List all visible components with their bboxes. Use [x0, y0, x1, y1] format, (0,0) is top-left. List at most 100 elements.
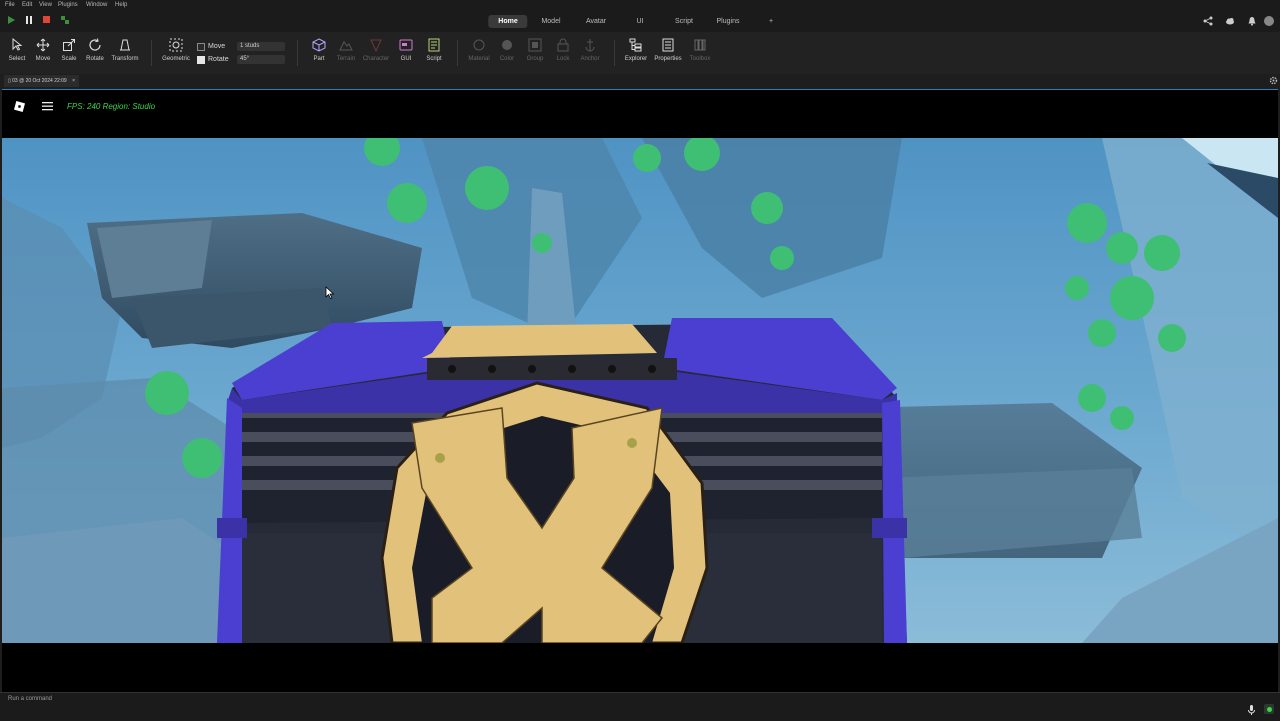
treasure-chest-scene-image	[2, 138, 1278, 643]
explorer-label: Explorer	[624, 56, 648, 62]
menu-edit[interactable]: Edit	[22, 2, 32, 8]
geometric-label: Geometric	[162, 56, 190, 62]
properties-button[interactable]: Properties	[653, 38, 683, 62]
geometric-mode-button[interactable]: Geometric	[161, 38, 191, 62]
tab-plugins[interactable]: Plugins	[707, 15, 750, 28]
rotate-tool-button[interactable]: Rotate	[80, 38, 110, 62]
tab-script[interactable]: Script	[665, 15, 703, 28]
script-label: Script	[426, 56, 442, 62]
status-indicator[interactable]	[1264, 704, 1274, 714]
gui-label: GUI	[400, 56, 412, 62]
game-viewport[interactable]: FPS: 240 Region: Studio	[2, 89, 1278, 692]
anchor-icon	[585, 39, 595, 52]
microphone-icon[interactable]	[1247, 704, 1256, 716]
toolbox-button[interactable]: Toolbox	[685, 38, 715, 62]
client-server-icon[interactable]	[60, 15, 70, 25]
group-icon	[528, 38, 542, 52]
script-icon	[428, 38, 440, 52]
gui-button[interactable]: GUI	[391, 38, 421, 62]
ribbon-divider	[614, 40, 615, 66]
close-tab-icon[interactable]: ×	[72, 78, 75, 84]
top-bar: Home Model Avatar UI Script Plugins +	[0, 10, 1280, 32]
anchor-button[interactable]: Anchor	[575, 38, 605, 62]
lock-label: Lock	[556, 56, 570, 62]
game-scene	[2, 138, 1278, 643]
cursor-icon	[12, 38, 23, 51]
color-icon	[502, 40, 512, 50]
menu-bar: File Edit View Plugins Window Help	[0, 0, 1280, 10]
color-label: Color	[499, 56, 515, 62]
scale-label: Scale	[61, 56, 77, 62]
toolbox-label: Toolbox	[689, 56, 711, 62]
menu-plugins[interactable]: Plugins	[58, 2, 78, 8]
character-button[interactable]: Character	[361, 38, 391, 62]
script-button[interactable]: Script	[419, 38, 449, 62]
menu-view[interactable]: View	[39, 2, 52, 8]
menu-file[interactable]: File	[5, 2, 15, 8]
document-tab-strip: ▯ 03 @ 20 Oct 2024 22:09 ×	[0, 74, 1280, 88]
snap-rotate-label: Rotate	[208, 56, 229, 63]
hamburger-menu-icon[interactable]	[42, 101, 54, 111]
ribbon-divider	[297, 40, 298, 66]
gui-icon	[399, 39, 413, 51]
fps-indicator: FPS: 240 Region: Studio	[67, 102, 156, 111]
status-dot-icon	[1266, 706, 1272, 712]
document-tab-label: 03 @ 20 Oct 2024 22:09	[12, 78, 67, 84]
tab-model[interactable]: Model	[531, 15, 570, 28]
add-tab-button[interactable]: +	[759, 15, 783, 28]
scale-icon	[63, 39, 75, 51]
notification-bell-icon[interactable]	[1247, 16, 1257, 26]
play-icon[interactable]	[6, 15, 16, 25]
rotate-icon	[89, 38, 101, 51]
material-button[interactable]: Material	[464, 38, 494, 62]
transform-label: Transform	[111, 56, 139, 62]
mouse-cursor-icon	[325, 286, 335, 300]
avatar[interactable]	[1264, 16, 1274, 26]
pause-icon[interactable]	[24, 15, 34, 25]
share-icon[interactable]	[1203, 16, 1213, 26]
ribbon-divider	[457, 40, 458, 66]
character-icon	[370, 39, 382, 52]
material-icon	[473, 39, 485, 51]
terrain-button[interactable]: Terrain	[331, 38, 361, 62]
roblox-logo-icon[interactable]	[13, 100, 26, 113]
group-label: Group	[526, 56, 544, 62]
snap-move-checkbox[interactable]	[197, 43, 205, 51]
command-input[interactable]: Run a command	[8, 696, 52, 702]
transform-tool-button[interactable]: Transform	[110, 38, 140, 62]
geometric-icon	[169, 38, 183, 52]
ribbon-toolbar: Select Move Scale Rotate Transform Geome…	[0, 32, 1280, 75]
settings-gear-icon[interactable]	[1269, 76, 1278, 85]
tab-home[interactable]: Home	[488, 15, 528, 28]
rotate-label: Rotate	[86, 56, 104, 62]
cloud-icon[interactable]	[1225, 16, 1235, 26]
menu-window[interactable]: Window	[86, 2, 107, 8]
ribbon-divider	[151, 40, 152, 66]
move-label: Move	[35, 56, 51, 62]
select-label: Select	[8, 56, 26, 62]
lock-icon	[557, 38, 569, 52]
document-tab[interactable]: ▯ 03 @ 20 Oct 2024 22:09 ×	[4, 75, 80, 87]
material-label: Material	[468, 56, 490, 62]
stop-icon[interactable]	[42, 15, 52, 25]
character-label: Character	[362, 56, 390, 62]
group-button[interactable]: Group	[520, 38, 550, 62]
terrain-label: Terrain	[336, 56, 356, 62]
properties-label: Properties	[654, 56, 682, 62]
transform-icon	[120, 39, 130, 51]
color-button[interactable]: Color	[492, 38, 522, 62]
lock-button[interactable]: Lock	[548, 38, 578, 62]
menu-help[interactable]: Help	[115, 2, 127, 8]
explorer-button[interactable]: Explorer	[621, 38, 651, 62]
document-icon: ▯	[8, 78, 11, 84]
terrain-icon	[339, 41, 353, 51]
toolbox-icon	[694, 39, 706, 51]
snap-rotate-checkbox[interactable]	[197, 56, 205, 64]
snap-rotate-increment-field[interactable]: 45°	[237, 55, 285, 64]
tab-avatar[interactable]: Avatar	[576, 15, 616, 28]
snap-move-increment-field[interactable]: 1 studs	[237, 42, 285, 51]
part-cube-icon	[312, 38, 326, 52]
tab-ui[interactable]: UI	[627, 15, 654, 28]
move-arrows-icon	[36, 38, 50, 52]
part-button[interactable]: Part	[304, 38, 334, 62]
